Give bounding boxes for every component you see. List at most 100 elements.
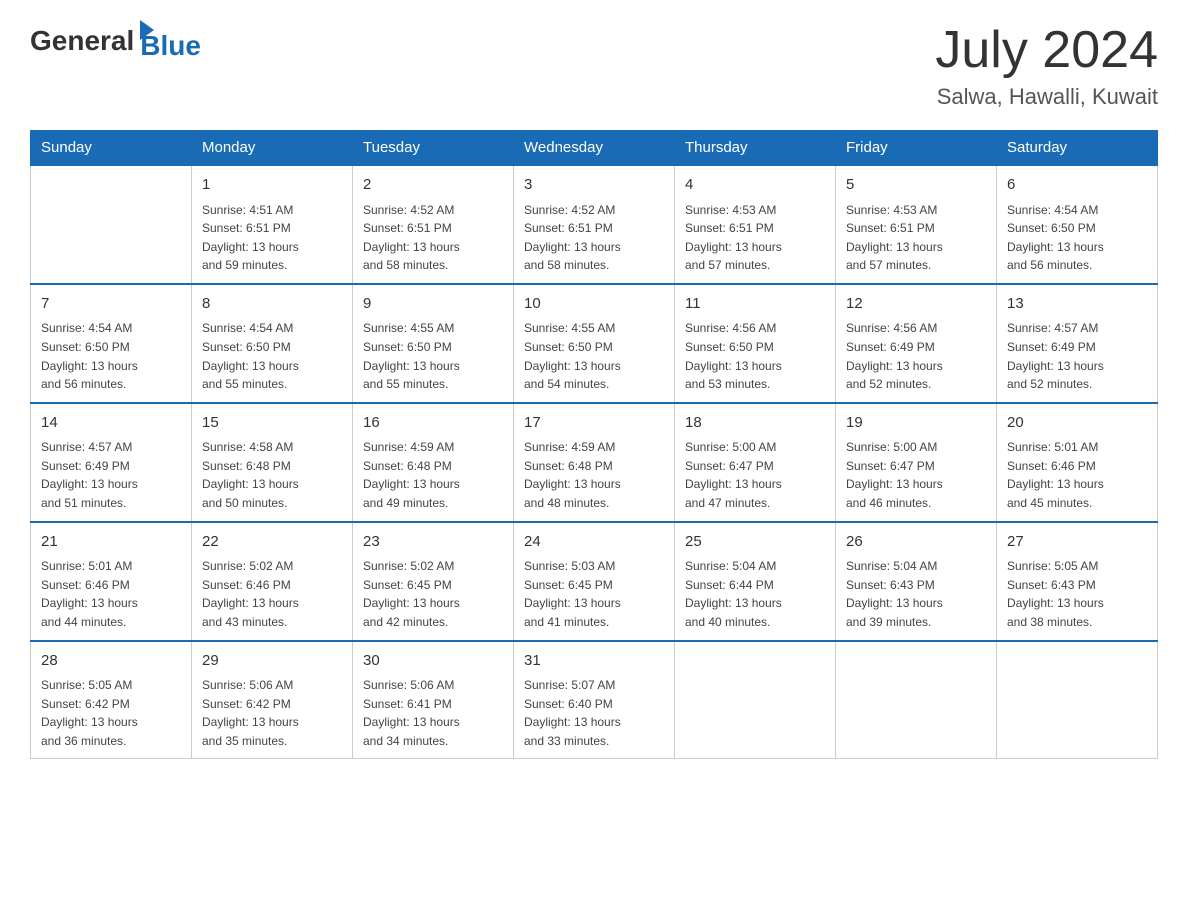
day-number: 15 <box>202 412 342 435</box>
calendar-cell: 24 Sunrise: 5:03 AMSunset: 6:45 PMDayligh… <box>514 522 675 641</box>
calendar-cell: 25 Sunrise: 5:04 AMSunset: 6:44 PMDayligh… <box>675 522 836 641</box>
day-number: 29 <box>202 650 342 673</box>
day-info: Sunrise: 5:05 AMSunset: 6:43 PMDaylight:… <box>1007 557 1147 631</box>
day-number: 9 <box>363 293 503 316</box>
title-section: July 2024 Salwa, Hawalli, Kuwait <box>935 20 1158 110</box>
day-info: Sunrise: 4:56 AMSunset: 6:49 PMDaylight:… <box>846 319 986 393</box>
day-number: 2 <box>363 174 503 197</box>
day-number: 20 <box>1007 412 1147 435</box>
day-info: Sunrise: 5:00 AMSunset: 6:47 PMDaylight:… <box>846 438 986 512</box>
calendar-cell: 28 Sunrise: 5:05 AMSunset: 6:42 PMDayligh… <box>31 641 192 759</box>
day-info: Sunrise: 5:00 AMSunset: 6:47 PMDaylight:… <box>685 438 825 512</box>
day-number: 6 <box>1007 174 1147 197</box>
day-info: Sunrise: 5:02 AMSunset: 6:45 PMDaylight:… <box>363 557 503 631</box>
calendar-week-row: 1Sunrise: 4:51 AMSunset: 6:51 PMDaylight… <box>31 165 1158 284</box>
day-info: Sunrise: 5:05 AMSunset: 6:42 PMDaylight:… <box>41 676 181 750</box>
calendar-cell: 16 Sunrise: 4:59 AMSunset: 6:48 PMDayligh… <box>353 403 514 522</box>
calendar-cell: 6 Sunrise: 4:54 AMSunset: 6:50 PMDaylight… <box>997 165 1158 284</box>
day-number: 21 <box>41 531 181 554</box>
day-info: Sunrise: 4:55 AMSunset: 6:50 PMDaylight:… <box>524 319 664 393</box>
day-number: 30 <box>363 650 503 673</box>
day-info: Sunrise: 4:55 AMSunset: 6:50 PMDaylight:… <box>363 319 503 393</box>
day-info: Sunrise: 5:01 AMSunset: 6:46 PMDaylight:… <box>1007 438 1147 512</box>
day-info: Sunrise: 4:52 AMSunset: 6:51 PMDaylight:… <box>363 201 503 275</box>
day-info: Sunrise: 4:53 AMSunset: 6:51 PMDaylight:… <box>685 201 825 275</box>
day-number: 14 <box>41 412 181 435</box>
day-number: 25 <box>685 531 825 554</box>
weekday-header-tuesday: Tuesday <box>353 131 514 166</box>
calendar-cell: 14 Sunrise: 4:57 AMSunset: 6:49 PMDayligh… <box>31 403 192 522</box>
day-number: 3 <box>524 174 664 197</box>
calendar-cell: 2 Sunrise: 4:52 AMSunset: 6:51 PMDaylight… <box>353 165 514 284</box>
calendar-cell: 18 Sunrise: 5:00 AMSunset: 6:47 PMDayligh… <box>675 403 836 522</box>
weekday-header-monday: Monday <box>192 131 353 166</box>
calendar-cell: 7 Sunrise: 4:54 AMSunset: 6:50 PMDaylight… <box>31 284 192 403</box>
weekday-header-saturday: Saturday <box>997 131 1158 166</box>
location-title: Salwa, Hawalli, Kuwait <box>935 84 1158 110</box>
logo: General Blue <box>30 20 201 62</box>
day-number: 22 <box>202 531 342 554</box>
calendar-cell: 23Sunrise: 5:02 AMSunset: 6:45 PMDayligh… <box>353 522 514 641</box>
day-number: 28 <box>41 650 181 673</box>
calendar-cell: 9 Sunrise: 4:55 AMSunset: 6:50 PMDaylight… <box>353 284 514 403</box>
weekday-header-wednesday: Wednesday <box>514 131 675 166</box>
calendar-week-row: 14 Sunrise: 4:57 AMSunset: 6:49 PMDayligh… <box>31 403 1158 522</box>
day-number: 26 <box>846 531 986 554</box>
day-info: Sunrise: 4:53 AMSunset: 6:51 PMDaylight:… <box>846 201 986 275</box>
day-info: Sunrise: 4:59 AMSunset: 6:48 PMDaylight:… <box>363 438 503 512</box>
calendar-cell: 26Sunrise: 5:04 AMSunset: 6:43 PMDayligh… <box>836 522 997 641</box>
weekday-header-sunday: Sunday <box>31 131 192 166</box>
day-info: Sunrise: 4:56 AMSunset: 6:50 PMDaylight:… <box>685 319 825 393</box>
calendar-cell: 27 Sunrise: 5:05 AMSunset: 6:43 PMDayligh… <box>997 522 1158 641</box>
calendar-body: 1Sunrise: 4:51 AMSunset: 6:51 PMDaylight… <box>31 165 1158 759</box>
weekday-header-thursday: Thursday <box>675 131 836 166</box>
day-info: Sunrise: 5:03 AMSunset: 6:45 PMDaylight:… <box>524 557 664 631</box>
day-number: 18 <box>685 412 825 435</box>
calendar-cell: 29Sunrise: 5:06 AMSunset: 6:42 PMDayligh… <box>192 641 353 759</box>
calendar-cell <box>997 641 1158 759</box>
day-number: 16 <box>363 412 503 435</box>
calendar-week-row: 7 Sunrise: 4:54 AMSunset: 6:50 PMDaylight… <box>31 284 1158 403</box>
logo-text-blue: Blue <box>140 30 201 62</box>
day-info: Sunrise: 5:04 AMSunset: 6:44 PMDaylight:… <box>685 557 825 631</box>
day-number: 17 <box>524 412 664 435</box>
day-info: Sunrise: 5:02 AMSunset: 6:46 PMDaylight:… <box>202 557 342 631</box>
day-number: 1 <box>202 174 342 197</box>
day-number: 7 <box>41 293 181 316</box>
calendar-week-row: 28 Sunrise: 5:05 AMSunset: 6:42 PMDayligh… <box>31 641 1158 759</box>
calendar-cell: 11 Sunrise: 4:56 AMSunset: 6:50 PMDayligh… <box>675 284 836 403</box>
weekday-header-row: SundayMondayTuesdayWednesdayThursdayFrid… <box>31 131 1158 166</box>
day-number: 10 <box>524 293 664 316</box>
weekday-header-friday: Friday <box>836 131 997 166</box>
calendar-cell: 8 Sunrise: 4:54 AMSunset: 6:50 PMDaylight… <box>192 284 353 403</box>
day-number: 11 <box>685 293 825 316</box>
calendar-cell <box>836 641 997 759</box>
day-number: 4 <box>685 174 825 197</box>
day-info: Sunrise: 4:59 AMSunset: 6:48 PMDaylight:… <box>524 438 664 512</box>
logo-text-general: General <box>30 25 134 57</box>
day-number: 8 <box>202 293 342 316</box>
day-info: Sunrise: 4:57 AMSunset: 6:49 PMDaylight:… <box>1007 319 1147 393</box>
month-title: July 2024 <box>935 20 1158 80</box>
day-info: Sunrise: 4:52 AMSunset: 6:51 PMDaylight:… <box>524 201 664 275</box>
calendar-cell: 20 Sunrise: 5:01 AMSunset: 6:46 PMDayligh… <box>997 403 1158 522</box>
day-info: Sunrise: 4:58 AMSunset: 6:48 PMDaylight:… <box>202 438 342 512</box>
day-info: Sunrise: 5:06 AMSunset: 6:41 PMDaylight:… <box>363 676 503 750</box>
calendar-cell <box>675 641 836 759</box>
day-number: 12 <box>846 293 986 316</box>
day-info: Sunrise: 5:07 AMSunset: 6:40 PMDaylight:… <box>524 676 664 750</box>
day-info: Sunrise: 4:57 AMSunset: 6:49 PMDaylight:… <box>41 438 181 512</box>
day-number: 24 <box>524 531 664 554</box>
day-info: Sunrise: 4:54 AMSunset: 6:50 PMDaylight:… <box>1007 201 1147 275</box>
calendar-cell: 5 Sunrise: 4:53 AMSunset: 6:51 PMDaylight… <box>836 165 997 284</box>
calendar-cell: 3 Sunrise: 4:52 AMSunset: 6:51 PMDaylight… <box>514 165 675 284</box>
day-number: 5 <box>846 174 986 197</box>
day-info: Sunrise: 4:54 AMSunset: 6:50 PMDaylight:… <box>202 319 342 393</box>
day-info: Sunrise: 5:01 AMSunset: 6:46 PMDaylight:… <box>41 557 181 631</box>
calendar-cell: 10 Sunrise: 4:55 AMSunset: 6:50 PMDayligh… <box>514 284 675 403</box>
day-info: Sunrise: 4:54 AMSunset: 6:50 PMDaylight:… <box>41 319 181 393</box>
day-number: 27 <box>1007 531 1147 554</box>
calendar-cell: 22 Sunrise: 5:02 AMSunset: 6:46 PMDayligh… <box>192 522 353 641</box>
calendar-cell: 1Sunrise: 4:51 AMSunset: 6:51 PMDaylight… <box>192 165 353 284</box>
calendar-cell: 13Sunrise: 4:57 AMSunset: 6:49 PMDayligh… <box>997 284 1158 403</box>
